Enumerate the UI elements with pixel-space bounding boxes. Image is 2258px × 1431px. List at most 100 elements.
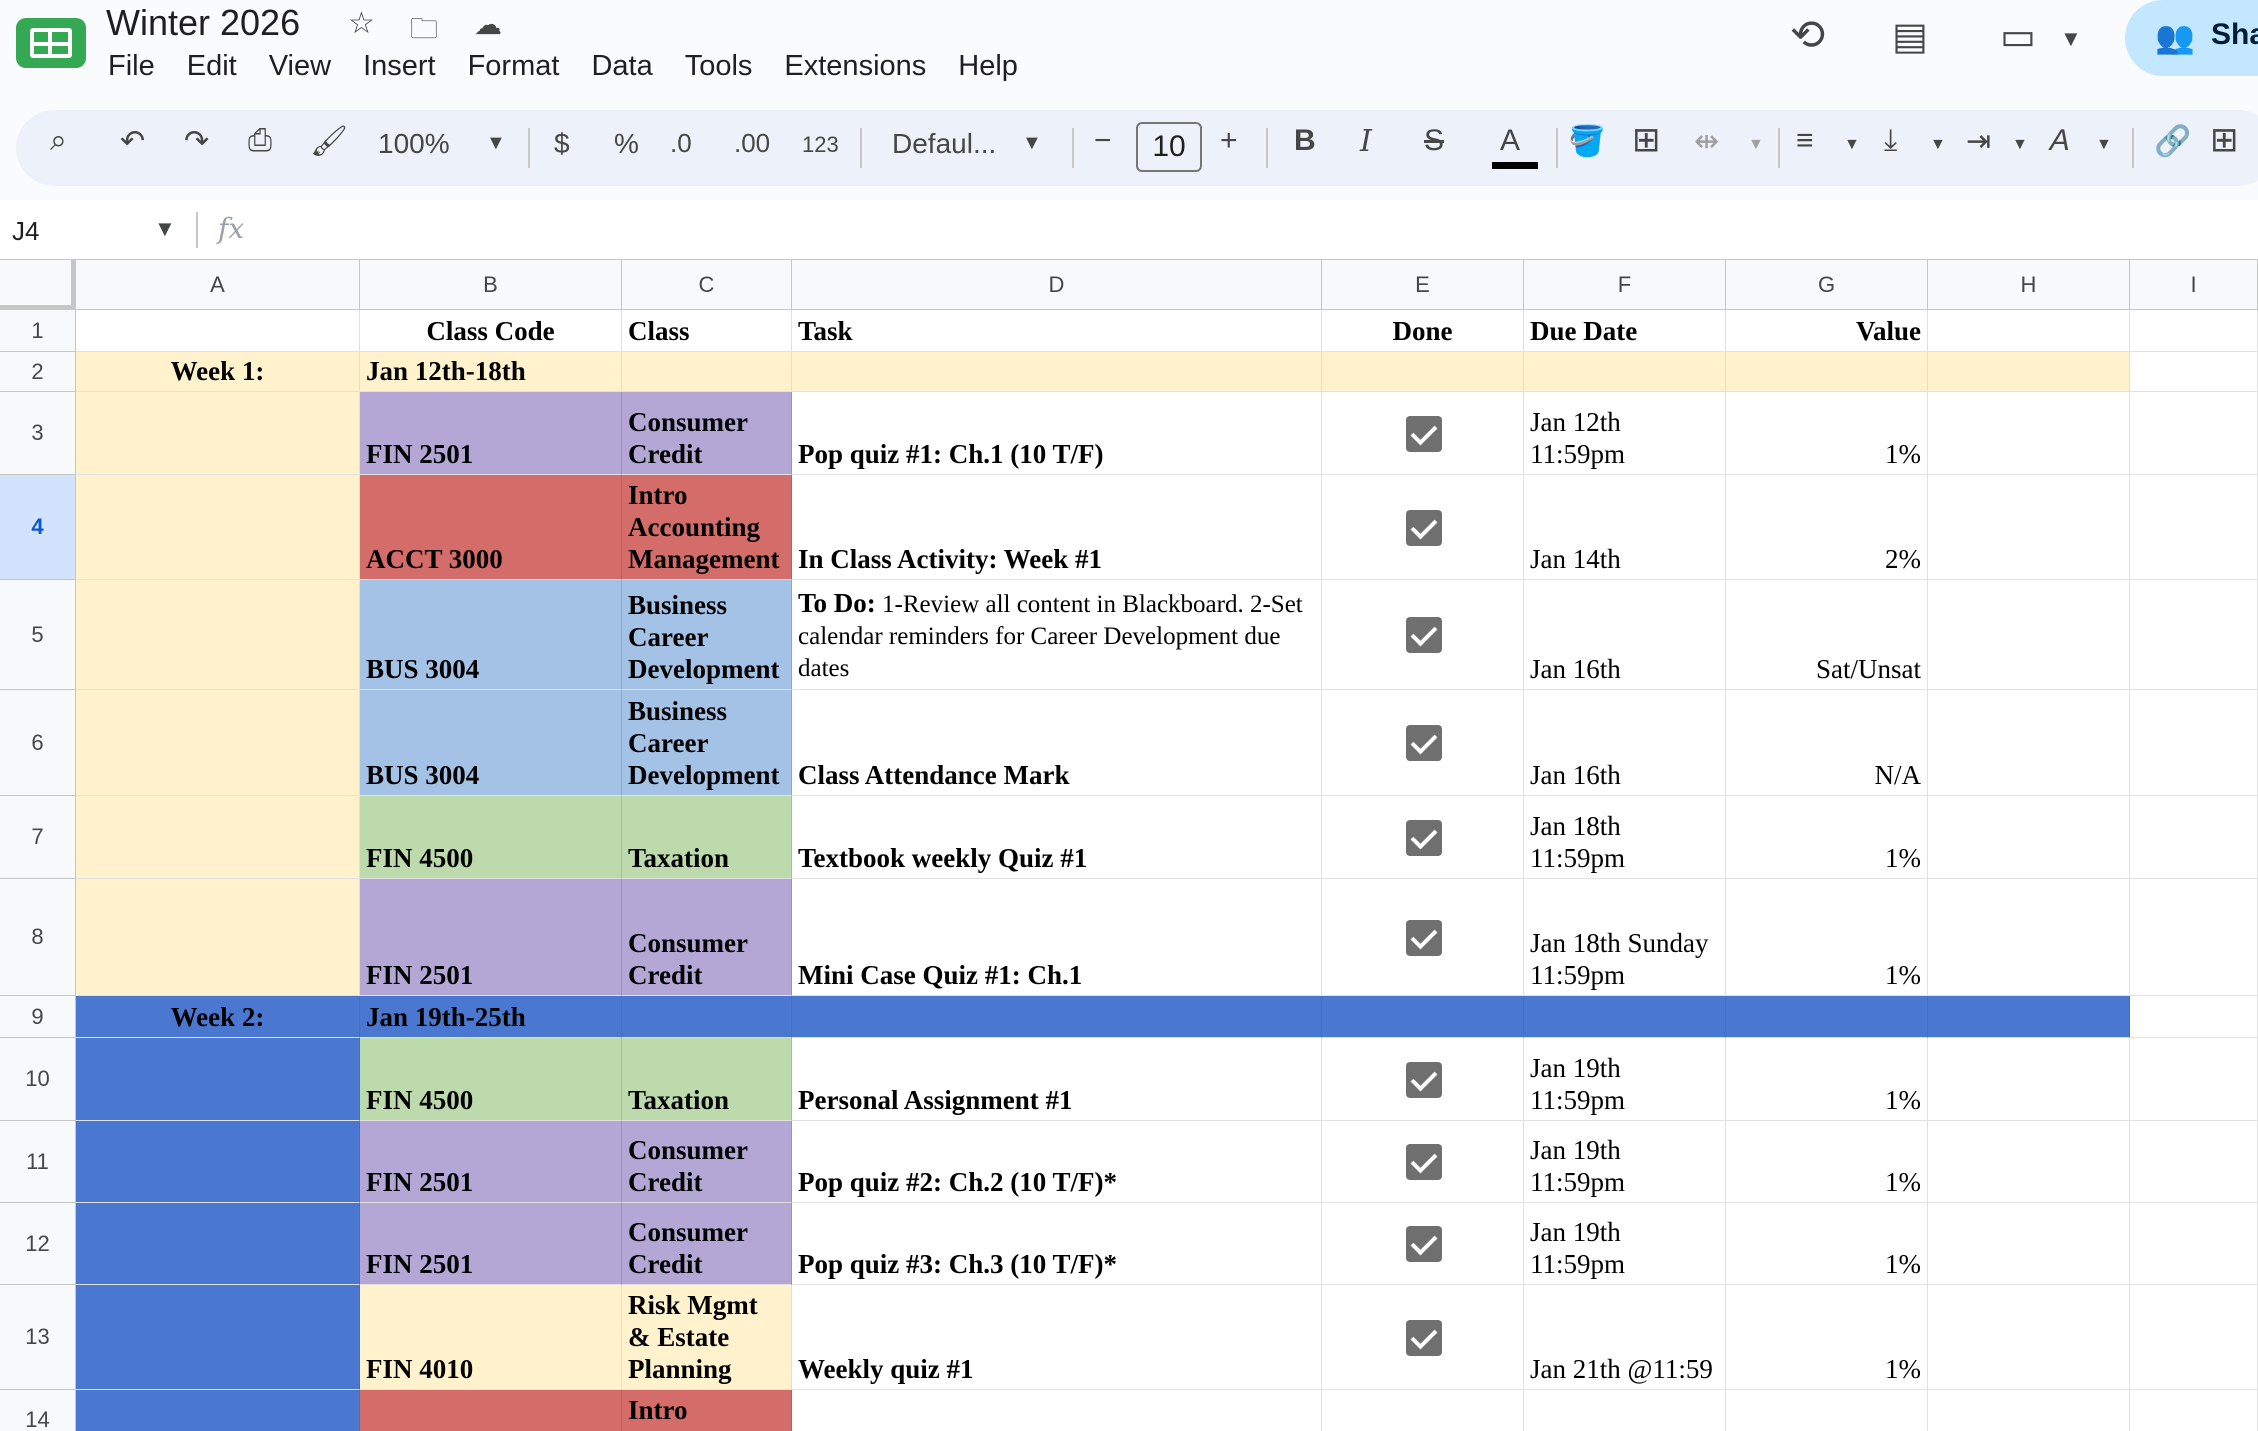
cell-f8[interactable]: Jan 18th Sunday 11:59pm [1524, 879, 1726, 996]
meet-dropdown-icon[interactable]: ▼ [2060, 26, 2082, 52]
column-header-a[interactable]: A [76, 260, 360, 310]
merge-cells-icon[interactable]: ⇹ [1694, 124, 1719, 159]
cell-a6[interactable] [76, 690, 360, 796]
row-header-7[interactable]: 7 [0, 796, 76, 879]
cell-c12[interactable]: Consumer Credit [622, 1203, 792, 1285]
column-header-e[interactable]: E [1322, 260, 1524, 310]
horizontal-align-icon[interactable]: ≡ [1796, 124, 1814, 158]
column-header-g[interactable]: G [1726, 260, 1928, 310]
cell-b1[interactable]: Class Code [360, 310, 622, 352]
font-dropdown-icon[interactable]: ▼ [1022, 132, 1042, 155]
cell-i10[interactable] [2130, 1038, 2258, 1121]
row-header-11[interactable]: 11 [0, 1121, 76, 1203]
cell-f3[interactable]: Jan 12th 11:59pm [1524, 392, 1726, 475]
cell-d14[interactable] [792, 1390, 1322, 1431]
menu-edit[interactable]: Edit [187, 50, 237, 83]
cell-e2[interactable] [1322, 352, 1524, 392]
done-checkbox[interactable] [1406, 416, 1442, 452]
cell-h2[interactable] [1928, 352, 2130, 392]
cell-f9[interactable] [1524, 996, 1726, 1038]
cell-i1[interactable] [2130, 310, 2258, 352]
version-history-icon[interactable]: ⟲ [1790, 10, 1825, 59]
search-menus-icon[interactable]: ⌕ [50, 124, 67, 158]
cell-h11[interactable] [1928, 1121, 2130, 1203]
cell-e4[interactable] [1322, 475, 1524, 580]
done-checkbox[interactable] [1406, 820, 1442, 856]
print-icon[interactable]: ⎙ [248, 124, 272, 158]
cell-g1[interactable]: Value [1726, 310, 1928, 352]
column-header-i[interactable]: I [2130, 260, 2258, 310]
row-header-14[interactable]: 14 [0, 1390, 76, 1431]
row-header-6[interactable]: 6 [0, 690, 76, 796]
cell-c14[interactable]: Intro [622, 1390, 792, 1431]
row-header-2[interactable]: 2 [0, 352, 76, 392]
cell-c3[interactable]: Consumer Credit [622, 392, 792, 475]
cell-g12[interactable]: 1% [1726, 1203, 1928, 1285]
percent-format-button[interactable]: % [614, 128, 639, 160]
cell-g6[interactable]: N/A [1726, 690, 1928, 796]
cell-e13[interactable] [1322, 1285, 1524, 1390]
undo-icon[interactable]: ↶ [120, 124, 145, 159]
cell-e10[interactable] [1322, 1038, 1524, 1121]
increase-font-size-icon[interactable]: + [1220, 124, 1238, 158]
done-checkbox[interactable] [1406, 617, 1442, 653]
column-header-d[interactable]: D [792, 260, 1322, 310]
cell-d1[interactable]: Task [792, 310, 1322, 352]
insert-comment-icon[interactable]: ⊞ [2210, 120, 2239, 160]
cell-e8[interactable] [1322, 879, 1524, 996]
cell-g11[interactable]: 1% [1726, 1121, 1928, 1203]
cell-c4[interactable]: Intro Accounting Management [622, 475, 792, 580]
bold-button[interactable]: B [1294, 124, 1316, 158]
column-header-h[interactable]: H [1928, 260, 2130, 310]
cell-b3[interactable]: FIN 2501 [360, 392, 622, 475]
cell-c11[interactable]: Consumer Credit [622, 1121, 792, 1203]
cell-g10[interactable]: 1% [1726, 1038, 1928, 1121]
cell-b4[interactable]: ACCT 3000 [360, 475, 622, 580]
text-wrapping-dropdown-icon[interactable]: ▼ [2012, 136, 2028, 154]
merge-dropdown-icon[interactable]: ▼ [1748, 136, 1764, 154]
cell-c9[interactable] [622, 996, 792, 1038]
cell-i8[interactable] [2130, 879, 2258, 996]
cell-a9[interactable]: Week 2: [76, 996, 360, 1038]
cell-f1[interactable]: Due Date [1524, 310, 1726, 352]
cloud-status-icon[interactable]: ☁ [474, 8, 502, 41]
cell-g2[interactable] [1726, 352, 1928, 392]
cell-c7[interactable]: Taxation [622, 796, 792, 879]
cell-a12[interactable] [76, 1203, 360, 1285]
more-formats-button[interactable]: 123 [802, 132, 839, 158]
move-folder-icon[interactable]: 🗀 [410, 8, 438, 56]
row-header-1[interactable]: 1 [0, 310, 76, 352]
cell-d5[interactable]: To Do: 1-Review all content in Blackboar… [792, 580, 1322, 690]
cell-i6[interactable] [2130, 690, 2258, 796]
decrease-decimal-button[interactable]: .0 [670, 128, 692, 159]
cell-b13[interactable]: FIN 4010 [360, 1285, 622, 1390]
cell-f13[interactable]: Jan 21th @11:59 [1524, 1285, 1726, 1390]
cell-a4[interactable] [76, 475, 360, 580]
cell-b10[interactable]: FIN 4500 [360, 1038, 622, 1121]
cell-g8[interactable]: 1% [1726, 879, 1928, 996]
done-checkbox[interactable] [1406, 1226, 1442, 1262]
cell-e9[interactable] [1322, 996, 1524, 1038]
cell-h14[interactable] [1928, 1390, 2130, 1431]
redo-icon[interactable]: ↷ [184, 124, 209, 159]
row-header-3[interactable]: 3 [0, 392, 76, 475]
cell-c13[interactable]: Risk Mgmt & Estate Planning [622, 1285, 792, 1390]
cell-h8[interactable] [1928, 879, 2130, 996]
comments-icon[interactable]: ▤ [1892, 14, 1928, 59]
cell-c6[interactable]: Business Career Development [622, 690, 792, 796]
menu-tools[interactable]: Tools [685, 50, 753, 83]
cell-b11[interactable]: FIN 2501 [360, 1121, 622, 1203]
done-checkbox[interactable] [1406, 1320, 1442, 1356]
meet-camera-icon[interactable]: ▭ [2000, 14, 2036, 59]
cell-f5[interactable]: Jan 16th [1524, 580, 1726, 690]
menu-view[interactable]: View [269, 50, 331, 83]
row-header-10[interactable]: 10 [0, 1038, 76, 1121]
borders-icon[interactable]: ⊞ [1632, 120, 1661, 160]
text-rotation-button[interactable]: A [2046, 124, 2074, 158]
cell-f7[interactable]: Jan 18th 11:59pm [1524, 796, 1726, 879]
cell-a13[interactable] [76, 1285, 360, 1390]
cell-d7[interactable]: Textbook weekly Quiz #1 [792, 796, 1322, 879]
cell-c1[interactable]: Class [622, 310, 792, 352]
cell-d13[interactable]: Weekly quiz #1 [792, 1285, 1322, 1390]
cell-c2[interactable] [622, 352, 792, 392]
